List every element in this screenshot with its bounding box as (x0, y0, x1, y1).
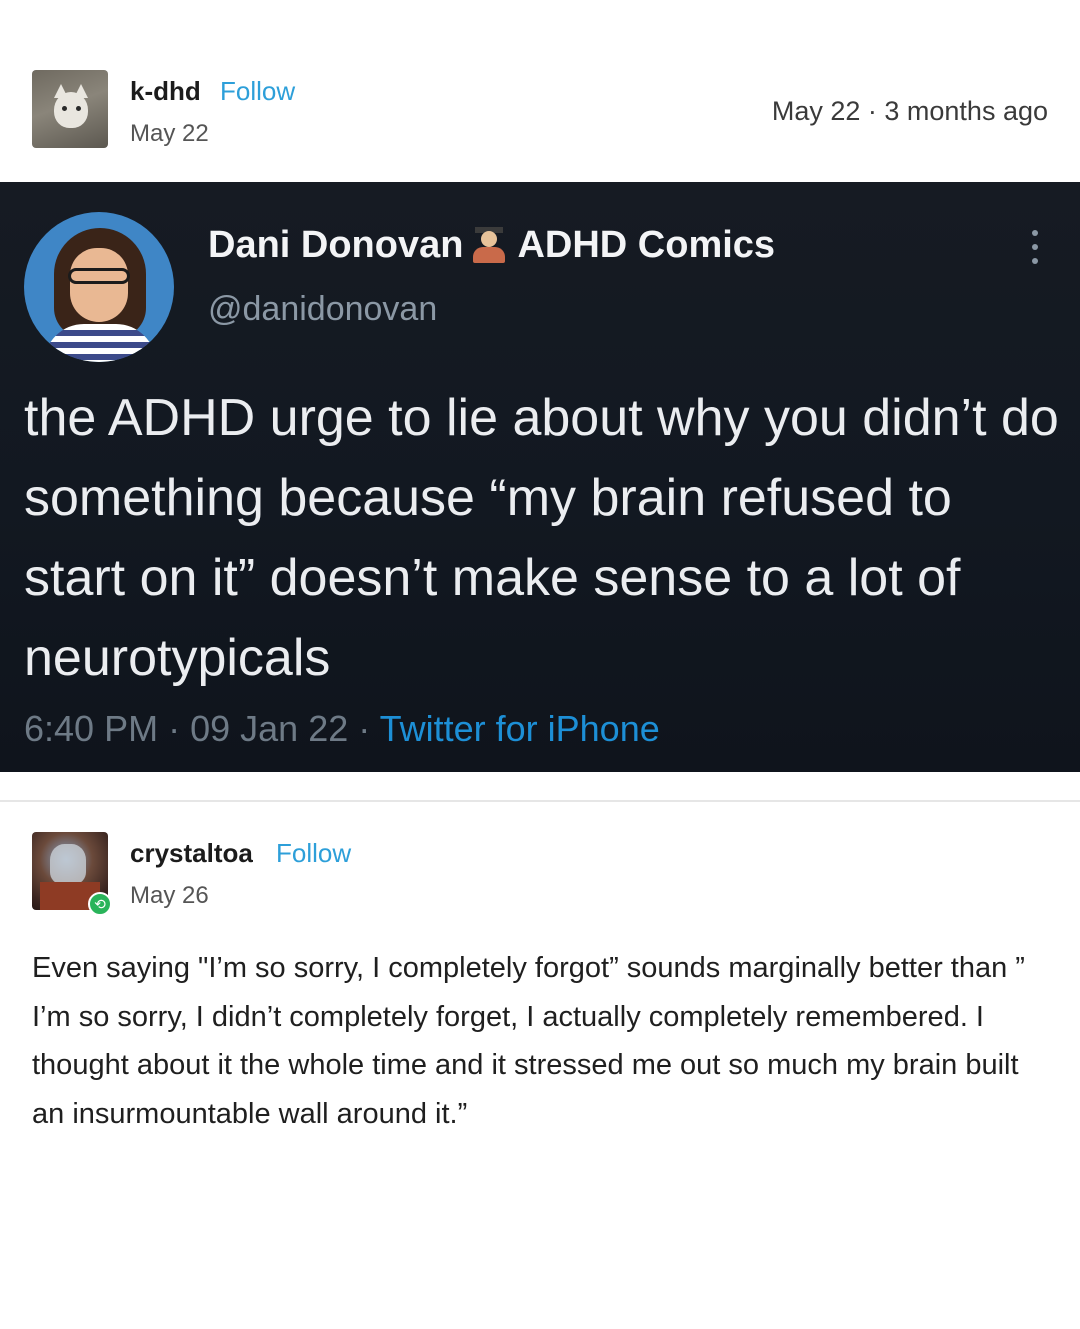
tweet-avatar (24, 212, 174, 362)
cat-eye (76, 106, 81, 111)
avatar-glasses (68, 268, 130, 284)
tweet-name-suffix: ADHD Comics (517, 224, 776, 266)
tweet-display-name: Dani Donovan ADHD Comics (208, 224, 775, 267)
avatar-figure (50, 844, 86, 884)
tweet-text: the ADHD urge to lie about why you didn’… (24, 389, 1059, 687)
post-timestamp: May 22 · 3 months ago (771, 96, 1048, 126)
tweet-date: 09 Jan 22 (190, 708, 349, 749)
reblog-header: ⟲ crystaltoa Follow May 26 (32, 832, 1048, 916)
tweet-source: Twitter for iPhone (379, 708, 660, 749)
avatar[interactable] (32, 70, 108, 148)
follow-button[interactable]: Follow (276, 838, 351, 869)
more-options-icon (1028, 230, 1042, 270)
tweet-handle: @danidonovan (208, 290, 438, 328)
divider (0, 800, 1080, 802)
follow-button[interactable]: Follow (220, 76, 295, 107)
separator: · (168, 708, 181, 749)
post-username[interactable]: k-dhd (130, 76, 201, 107)
post-header: k-dhd Follow May 22 May 22 · 3 months ag… (32, 70, 1048, 154)
cat-face (54, 92, 88, 128)
avatar-face (70, 248, 128, 322)
reblog-text: Even saying "I’m so sorry, I completely … (32, 952, 1025, 1130)
tweet-footer: 6:40 PM · 09 Jan 22 · Twitter for iPhone (24, 708, 660, 750)
post-date: May 22 (130, 120, 209, 147)
reblog-icon: ⟲ (88, 892, 112, 916)
teacher-emoji-icon (467, 227, 511, 263)
reblog-username[interactable]: crystaltoa (130, 838, 253, 869)
tweet-screenshot: Dani Donovan ADHD Comics @danidonovan the… (0, 182, 1080, 772)
separator: · (358, 708, 371, 749)
tweet-name-text: Dani Donovan (208, 224, 464, 266)
reblog-date: May 26 (130, 882, 209, 909)
cat-eye (62, 106, 67, 111)
avatar-shirt (44, 324, 156, 362)
tweet-time: 6:40 PM (24, 708, 159, 749)
